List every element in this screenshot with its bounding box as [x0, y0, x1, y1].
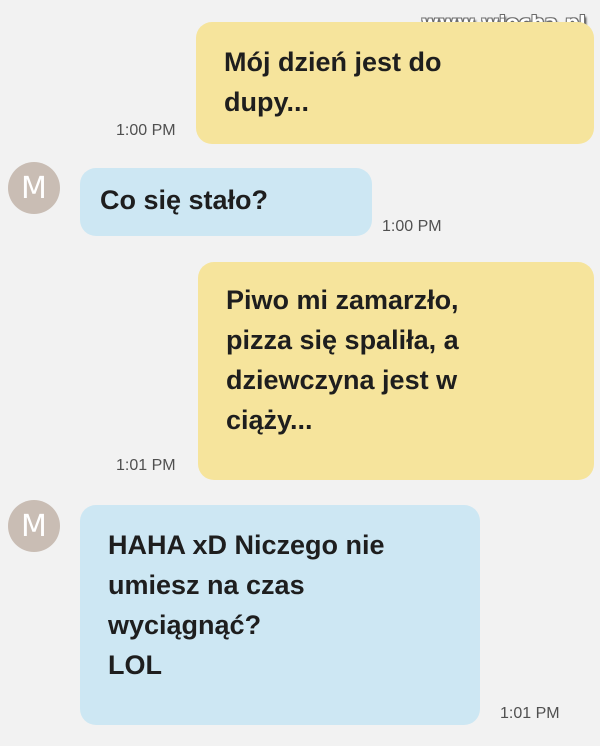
contact-avatar[interactable]: M: [8, 500, 60, 552]
message-timestamp: 1:00 PM: [382, 218, 442, 235]
message-timestamp: 1:01 PM: [500, 705, 560, 722]
message-timestamp: 1:00 PM: [116, 122, 176, 139]
message-bubble-outgoing[interactable]: Piwo mi zamarzło, pizza się spaliła, a d…: [198, 262, 594, 480]
message-bubble-incoming[interactable]: Co się stało?: [80, 168, 372, 236]
message-timestamp: 1:01 PM: [116, 457, 176, 474]
contact-avatar[interactable]: M: [8, 162, 60, 214]
message-bubble-outgoing[interactable]: Mój dzień jest do dupy...: [196, 22, 594, 144]
message-bubble-incoming[interactable]: HAHA xD Niczego nie umiesz na czas wycią…: [80, 505, 480, 725]
